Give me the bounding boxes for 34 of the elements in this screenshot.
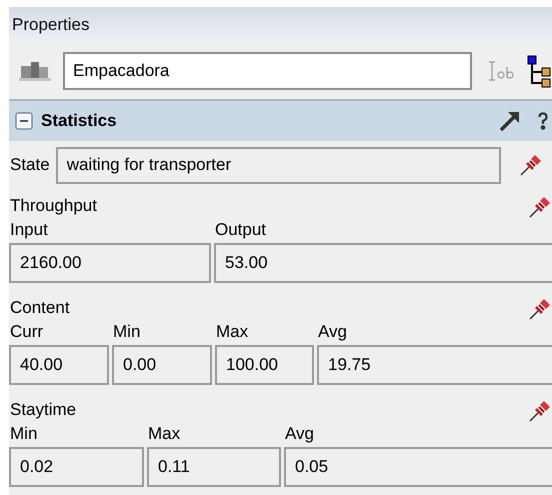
state-label: State xyxy=(10,154,50,176)
arrow-icon[interactable] xyxy=(498,109,522,133)
value-field: 19.75 xyxy=(317,345,552,385)
pushpin-icon[interactable] xyxy=(528,399,552,423)
value-field: 53.00 xyxy=(214,243,552,283)
group-title: Throughput xyxy=(10,195,97,217)
help-icon[interactable] xyxy=(538,112,548,130)
field-label: Min xyxy=(112,321,142,343)
panel-title: Properties xyxy=(12,14,90,36)
value-field: 0.02 xyxy=(9,447,144,487)
value-field: 0.00 xyxy=(112,345,212,385)
field-label: Max xyxy=(147,423,182,445)
value-field: 0.11 xyxy=(147,447,281,487)
value-field: 2160.00 xyxy=(9,243,211,283)
tree-icon[interactable] xyxy=(526,54,552,88)
pushpin-icon[interactable] xyxy=(528,297,552,321)
pushpin-icon[interactable] xyxy=(518,153,543,177)
collapse-icon[interactable] xyxy=(15,112,33,130)
section-title: Statistics xyxy=(41,110,117,132)
value-field: 100.00 xyxy=(215,345,314,385)
group-title: Staytime xyxy=(10,399,76,421)
group-title: Content xyxy=(10,297,70,319)
field-label: Avg xyxy=(317,321,348,343)
pushpin-icon[interactable] xyxy=(528,195,552,219)
value-field: 0.05 xyxy=(284,447,552,487)
state-field: waiting for transporter xyxy=(56,146,501,184)
name-field[interactable]: Empacadora xyxy=(63,52,472,90)
field-label: Min xyxy=(9,423,38,445)
field-label: Avg xyxy=(284,423,315,445)
field-label: Curr xyxy=(9,321,44,343)
field-label: Max xyxy=(215,321,250,343)
field-label: Input xyxy=(9,219,49,241)
field-label: Output xyxy=(214,219,268,241)
value-field: 40.00 xyxy=(9,345,109,385)
